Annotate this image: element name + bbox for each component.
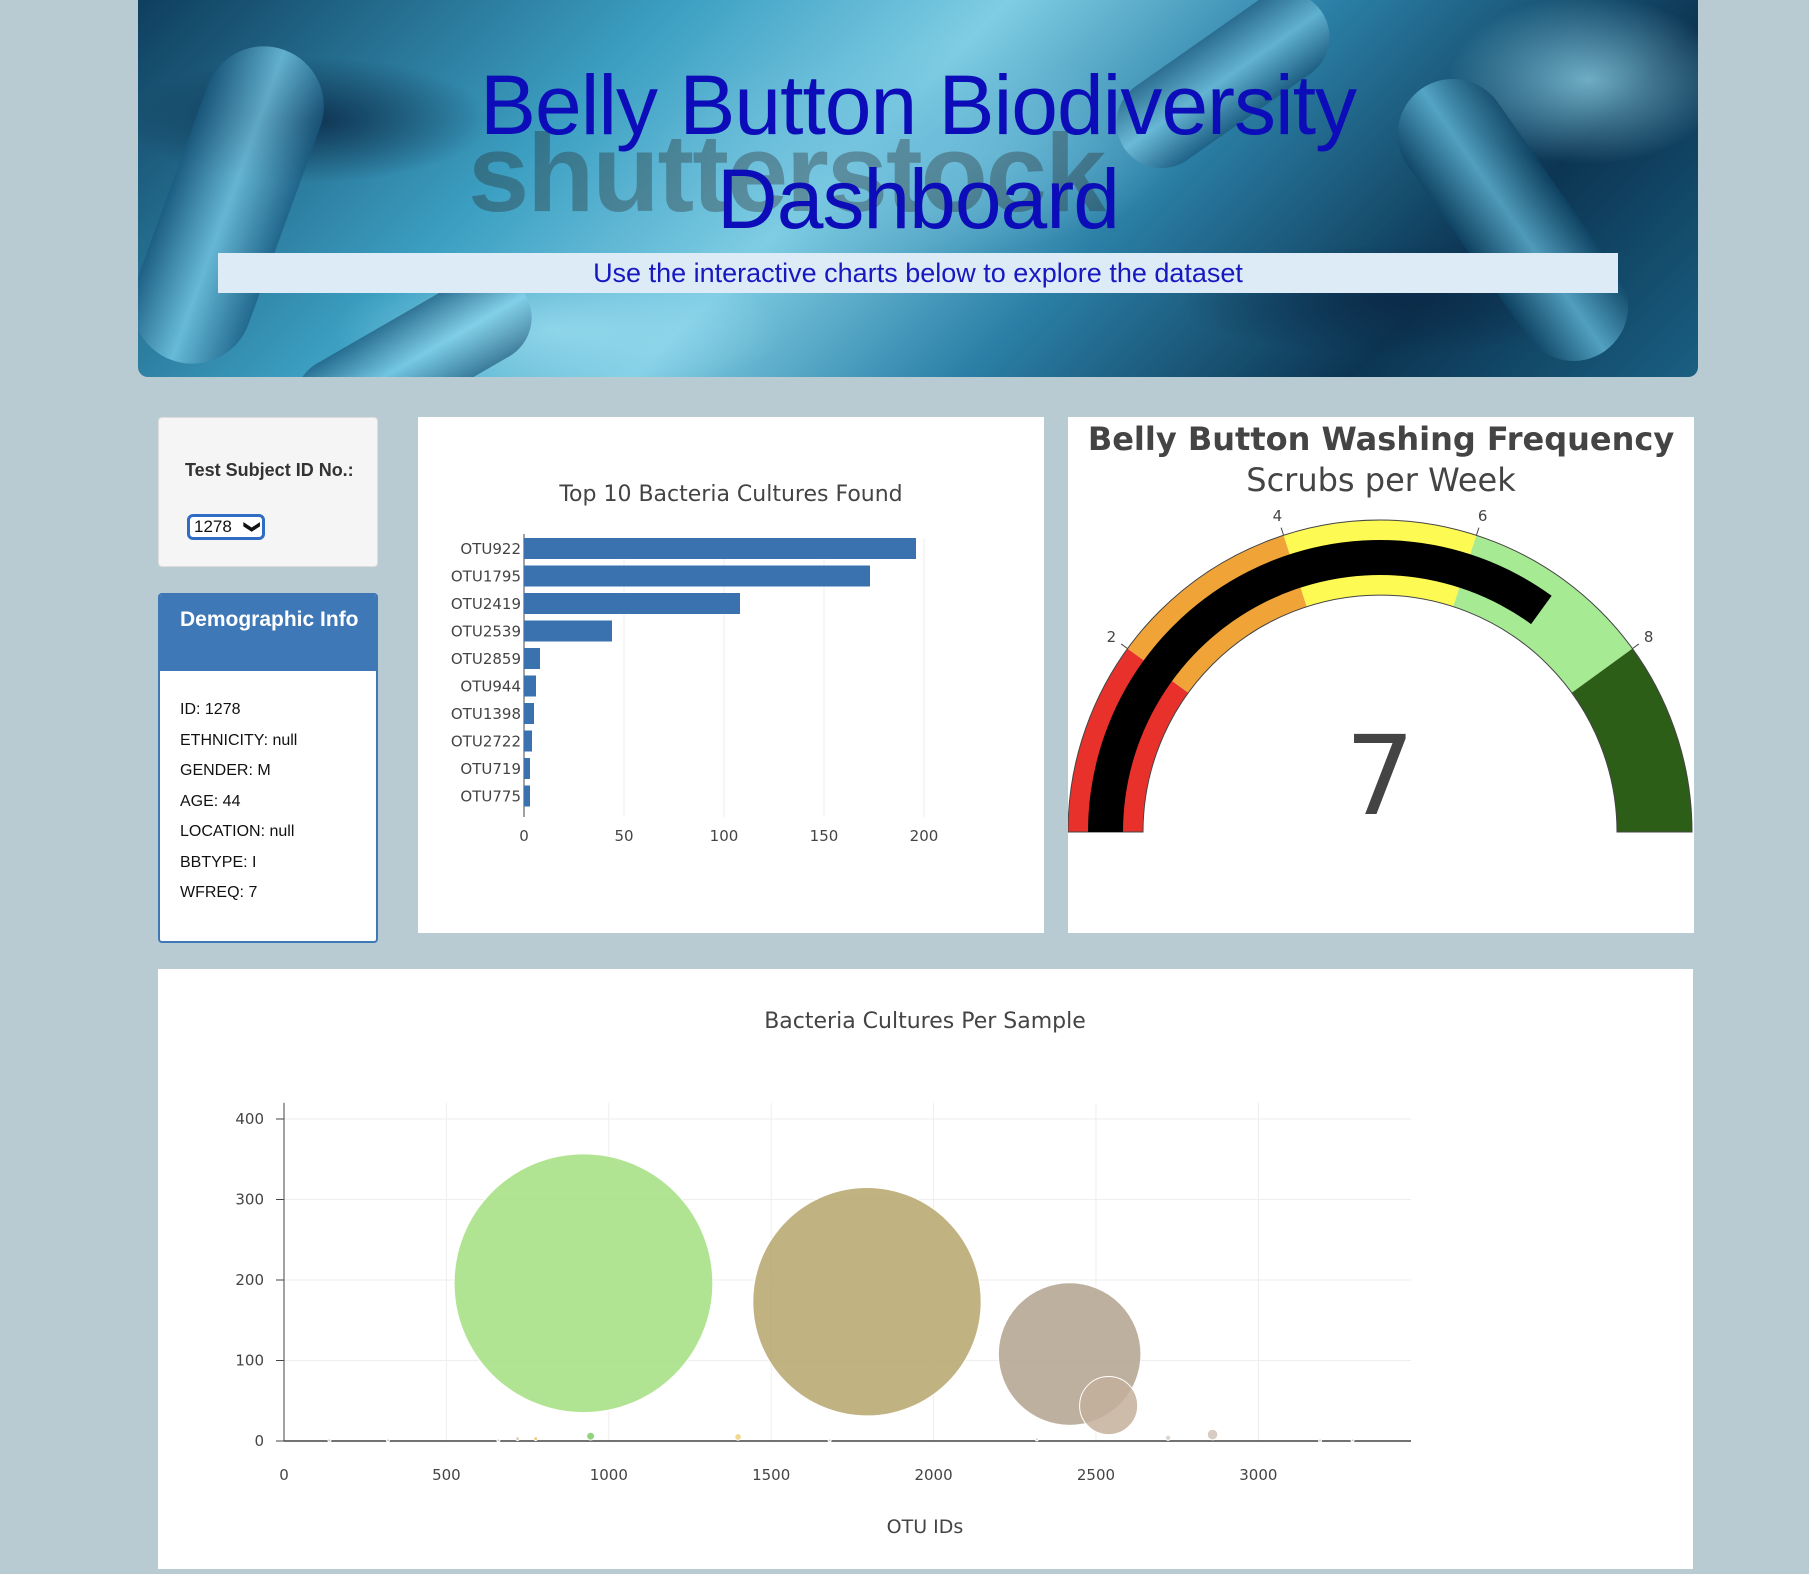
bubble-x-tick-label: 0 xyxy=(279,1466,289,1484)
bubble-chart-card: Bacteria Cultures Per Sample 0 500 1000 1500… xyxy=(158,969,1693,1569)
demo-row-ethnicity: ETHNICITY: null xyxy=(180,731,298,749)
bubble xyxy=(385,1438,390,1443)
bubble xyxy=(496,1438,501,1443)
bubble xyxy=(1079,1376,1139,1436)
bubble-x-tick-label: 2000 xyxy=(914,1466,952,1484)
subject-selector-panel: Test Subject ID No.: 1278 ❯ xyxy=(158,417,378,567)
bubble-y-tick-label: 0 xyxy=(254,1432,264,1450)
bar xyxy=(524,675,536,697)
bar-x-tick-label: 150 xyxy=(810,827,839,845)
bar-category-label: OTU2722 xyxy=(451,733,521,751)
bubble xyxy=(533,1436,539,1442)
header-banner: shutterstock Belly Button Biodiversity D… xyxy=(138,0,1698,377)
bubble-x-axis-label: OTU IDs xyxy=(887,1516,964,1538)
bubble-chart[interactable]: Bacteria Cultures Per Sample0 500 1000 1500… xyxy=(158,969,1693,1569)
bar-chart-card: Top 10 Bacteria Cultures Found 0 50 100 150 2… xyxy=(418,417,1044,933)
bubble-x-tick-label: 500 xyxy=(432,1466,461,1484)
bar xyxy=(524,593,740,614)
bubble-y-tick-label: 100 xyxy=(235,1352,264,1370)
demo-row-bbtype: BBTYPE: I xyxy=(180,853,257,871)
bubble xyxy=(1350,1438,1355,1443)
bubble xyxy=(1164,1434,1172,1441)
bubble xyxy=(1034,1437,1039,1442)
bar xyxy=(524,703,534,724)
bar xyxy=(524,565,870,587)
bar-category-label: OTU719 xyxy=(460,760,521,778)
page-subtitle: Use the interactive charts below to expl… xyxy=(593,258,1243,288)
demographic-title: Demographic Info xyxy=(160,595,376,671)
demographic-info: ID: 1278 ETHNICITY: null GENDER: M AGE: … xyxy=(160,671,376,915)
bubble xyxy=(515,1436,520,1442)
demo-row-id: ID: 1278 xyxy=(180,701,241,718)
gauge-tick-label: 4 xyxy=(1273,507,1283,525)
page-title-line1: Belly Button Biodiversity xyxy=(479,58,1357,152)
bar-chart-title: Top 10 Bacteria Cultures Found xyxy=(558,482,902,507)
gauge-tick-label: 6 xyxy=(1478,507,1488,525)
bar-category-label: OTU1795 xyxy=(451,568,521,586)
subject-selector-label: Test Subject ID No.: xyxy=(185,460,354,480)
bar-x-tick-label: 0 xyxy=(519,827,529,845)
bubble xyxy=(586,1431,596,1441)
bubble xyxy=(327,1438,332,1443)
bar-category-label: OTU944 xyxy=(460,678,521,696)
chevron-down-icon: ❯ xyxy=(243,520,261,534)
bubble xyxy=(827,1438,832,1443)
gauge-title: Belly Button Washing Frequency xyxy=(1088,420,1675,458)
bar-category-label: OTU1398 xyxy=(451,705,521,723)
gauge-tick-label: 8 xyxy=(1644,628,1654,646)
page-title-line2: Dashboard xyxy=(717,152,1120,246)
bar xyxy=(524,730,532,752)
bubble-y-tick-label: 300 xyxy=(235,1191,264,1209)
subtitle-box: Use the interactive charts below to expl… xyxy=(218,253,1618,293)
gauge-tick xyxy=(1632,643,1640,650)
bubble-x-tick-label: 1000 xyxy=(590,1466,628,1484)
bar-category-label: OTU2539 xyxy=(451,623,521,641)
subject-id-value: 1278 xyxy=(194,517,232,536)
bar-chart[interactable]: Top 10 Bacteria Cultures Found 0 50 100 150 2… xyxy=(418,417,1044,933)
bar-category-label: OTU2859 xyxy=(451,650,521,668)
gauge-tick xyxy=(1475,527,1480,536)
gauge-tick xyxy=(1280,527,1285,536)
bar-x-tick-label: 50 xyxy=(614,827,633,845)
gauge-tick xyxy=(1120,643,1128,650)
bar-x-tick-label: 100 xyxy=(710,827,739,845)
bubble-x-tick-label: 3000 xyxy=(1239,1466,1277,1484)
bubble xyxy=(734,1433,742,1441)
bubble-y-tick-label: 400 xyxy=(235,1110,264,1128)
gauge-chart-card: Belly Button Washing Frequency Scrubs per… xyxy=(1067,417,1694,933)
demographic-panel: Demographic Info ID: 1278 ETHNICITY: nul… xyxy=(158,593,378,943)
gauge-subtitle: Scrubs per Week xyxy=(1246,461,1516,499)
bubble-x-tick-label: 1500 xyxy=(752,1466,790,1484)
demo-row-gender: GENDER: M xyxy=(180,762,271,779)
bar-x-tick-label: 200 xyxy=(910,827,939,845)
gauge-chart[interactable]: Belly Button Washing FrequencyScrubs per… xyxy=(1067,417,1694,933)
demo-row-location: LOCATION: null xyxy=(180,823,295,840)
bubble xyxy=(453,1153,714,1414)
bar xyxy=(524,620,612,642)
bar-category-label: OTU775 xyxy=(460,788,521,806)
gauge-tick-label: 2 xyxy=(1107,628,1117,646)
bubble xyxy=(1206,1428,1219,1441)
gauge-value: 7 xyxy=(1345,712,1415,840)
demo-row-wfreq: WFREQ: 7 xyxy=(180,884,258,901)
bar-category-label: OTU2419 xyxy=(451,595,521,613)
bar xyxy=(524,758,530,779)
bar-category-label: OTU922 xyxy=(460,540,521,558)
bar xyxy=(524,785,530,807)
bar xyxy=(524,538,916,559)
bar xyxy=(524,648,540,669)
bubble-x-tick-label: 2500 xyxy=(1077,1466,1115,1484)
page-title: Belly Button Biodiversity Dashboard xyxy=(138,58,1698,246)
demo-row-age: AGE: 44 xyxy=(180,792,241,810)
bubble xyxy=(1318,1438,1323,1443)
bubble-y-tick-label: 200 xyxy=(235,1271,264,1289)
bubble xyxy=(752,1187,982,1417)
bubble-chart-title: Bacteria Cultures Per Sample xyxy=(764,1009,1086,1034)
subject-id-dropdown[interactable]: 1278 ❯ xyxy=(187,514,265,540)
